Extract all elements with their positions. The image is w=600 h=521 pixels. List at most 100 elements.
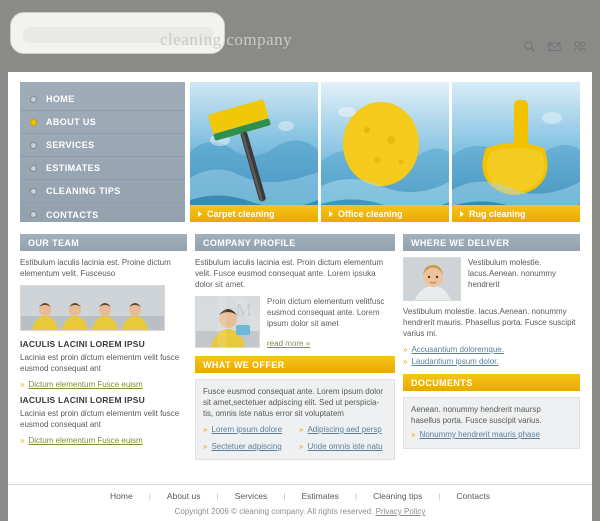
arrow-icon: [329, 210, 333, 217]
offer-links-row-1: » Lorem ipsum dolore » Adipiscing aed pe…: [203, 423, 387, 436]
nav-item-about-us[interactable]: ABOUT US: [20, 111, 185, 134]
deliver-link-1[interactable]: Accusantium doloremque.: [411, 345, 504, 354]
deliver-photo-image: [404, 258, 460, 300]
deliver-photo: [403, 257, 461, 301]
our-team-intro: Estibulum iaculis lacinia est. Proine di…: [20, 258, 171, 278]
team-block-text-2: Lacinia est proin dictum elementm velit …: [20, 409, 180, 429]
copyright-text: Copyright 2006 © cleaning company. All r…: [174, 507, 376, 516]
bullet-icon: [30, 211, 37, 218]
hero-caption-label: Office cleaning: [338, 208, 403, 219]
documents-text: Aenean. nonummy hendrerit maursp hasellu…: [411, 405, 542, 425]
nav-item-services[interactable]: SERVICES: [20, 134, 185, 157]
team-block-link-2[interactable]: Dictum elementum Fusce euism: [28, 436, 142, 445]
offer-link-2[interactable]: Adipiscing aed persp: [307, 425, 381, 434]
offer-links-row-2: » Sectetuer adpiscing » Unde omnis iste …: [203, 440, 387, 453]
our-team-heading: OUR TEAM: [20, 234, 187, 251]
nav-label: SERVICES: [46, 140, 95, 150]
search-icon[interactable]: [523, 40, 536, 53]
nav-item-cleaning-tips[interactable]: CLEANING TIPS: [20, 180, 185, 203]
deliver-body-text: Vestibulum molestie. lacus.Aenean. nonum…: [403, 307, 576, 338]
offer-link-1[interactable]: Lorem ipsum dolore: [211, 425, 282, 434]
footer-navigation: Home | About us | Services | Estimates |…: [8, 487, 592, 505]
company-profile-heading: COMPANY PROFILE: [195, 234, 395, 251]
profile-photo: [195, 296, 260, 348]
bullet-icon: [30, 164, 37, 172]
mail-icon[interactable]: [548, 40, 561, 53]
nav-item-estimates[interactable]: ESTIMATES: [20, 157, 185, 180]
deliver-link-row-2[interactable]: » Laudantium ipsum dolor.: [403, 357, 580, 366]
chevron-right-icon: »: [403, 356, 408, 366]
main-navigation: HOME ABOUT US SERVICES ESTIMATES CLEANIN…: [20, 82, 185, 222]
company-profile-row: Proin dictum elementum velitfusc eusmod …: [195, 296, 395, 348]
team-photo-image: [21, 286, 164, 330]
nav-item-contacts[interactable]: CONTACTS: [20, 203, 185, 226]
nav-label: HOME: [46, 94, 75, 104]
chevron-right-icon: »: [299, 424, 304, 434]
company-profile-text: Proin dictum elementum velitfusc eusmod …: [267, 297, 385, 328]
what-we-offer-heading: WHAT WE OFFER: [195, 356, 395, 373]
chevron-right-icon: »: [299, 441, 304, 451]
users-icon[interactable]: [573, 40, 587, 53]
offer-link-row-4[interactable]: » Unde omnis iste natu: [299, 442, 385, 451]
footer-link-home[interactable]: Home: [94, 491, 149, 501]
deliver-link-2[interactable]: Laudantium ipsum dolor.: [411, 357, 498, 366]
company-profile-intro: Estibulum iaculis lacinia est. Proin dic…: [195, 258, 384, 289]
hero-caption-office: Office cleaning: [321, 205, 449, 222]
nav-label: CLEANING TIPS: [46, 186, 121, 196]
rug-cleaning-image: [452, 82, 580, 222]
site-footer: Home | About us | Services | Estimates |…: [8, 484, 592, 521]
team-photo: [20, 285, 165, 331]
site-header: cleaning company: [0, 0, 600, 72]
chevron-right-icon: »: [411, 429, 416, 439]
column-where-we-deliver: WHERE WE DELIVER Vestibulum molestie. la…: [403, 234, 580, 474]
team-block-link-row-2[interactable]: » Dictum elementum Fusce euism: [20, 436, 187, 445]
deliver-row: Vestibulum molestie. lacus.Aenean. nonum…: [403, 257, 580, 301]
offer-link-row-3[interactable]: » Sectetuer adpiscing: [203, 442, 289, 451]
header-icon-group: [523, 40, 587, 53]
offer-link-4[interactable]: Unde omnis iste natu: [307, 442, 382, 451]
footer-link-cleaning-tips[interactable]: Cleaning tips: [357, 491, 438, 501]
where-we-deliver-heading: WHERE WE DELIVER: [403, 234, 580, 251]
nav-label: CONTACTS: [46, 209, 99, 220]
chevron-right-icon: »: [20, 435, 25, 445]
offer-link-row-2[interactable]: » Adipiscing aed persp: [299, 425, 385, 434]
hero-cell-rug[interactable]: Rug cleaning: [452, 82, 580, 222]
main-container: HOME ABOUT US SERVICES ESTIMATES CLEANIN…: [8, 72, 592, 484]
team-block-link-1[interactable]: Dictum elementum Fusce euism: [28, 380, 142, 389]
team-block-link-row-1[interactable]: » Dictum elementum Fusce euism: [20, 380, 187, 389]
hero-caption-label: Rug cleaning: [469, 208, 526, 219]
column-company-profile: COMPANY PROFILE Estibulum iaculis lacini…: [195, 234, 395, 474]
nav-item-home[interactable]: HOME: [20, 88, 185, 111]
nav-label: ESTIMATES: [46, 163, 101, 173]
what-we-offer-text: Fusce eusmod consequat ante. Lorem ipsum…: [203, 387, 384, 418]
offer-link-3[interactable]: Sectetuer adpiscing: [211, 442, 281, 451]
copyright-line: Copyright 2006 © cleaning company. All r…: [8, 507, 592, 516]
hero-cell-carpet[interactable]: Carpet cleaning: [190, 82, 318, 222]
footer-link-contacts[interactable]: Contacts: [440, 491, 506, 501]
bullet-icon: [30, 118, 37, 126]
documents-link-row[interactable]: » Nonummy hendrerit mauris phase: [411, 430, 572, 439]
what-we-offer-box: Fusce eusmod consequat ante. Lorem ipsum…: [195, 379, 395, 460]
team-block-title-1: IACULIS LACINI LOREM IPSU: [20, 339, 145, 349]
company-profile-read-more[interactable]: read more »: [267, 339, 310, 348]
bullet-icon: [30, 95, 37, 103]
documents-link[interactable]: Nonummy hendrerit mauris phase: [419, 430, 540, 439]
page-root: cleaning company HOME ABOUT US SERVICES …: [0, 0, 600, 521]
team-block-text-1: Lacinia est proin dictum elementm velit …: [20, 353, 180, 373]
footer-link-about-us[interactable]: About us: [151, 491, 217, 501]
bullet-icon: [30, 187, 37, 195]
profile-photo-image: [196, 297, 259, 347]
arrow-icon: [460, 210, 464, 217]
offer-link-row-1[interactable]: » Lorem ipsum dolore: [203, 425, 289, 434]
column-our-team: OUR TEAM Estibulum iaculis lacinia est. …: [20, 234, 187, 474]
footer-link-services[interactable]: Services: [219, 491, 284, 501]
team-block-title-2: IACULIS LACINI LOREM IPSU: [20, 395, 145, 405]
footer-link-estimates[interactable]: Estimates: [286, 491, 355, 501]
hero-cell-office[interactable]: Office cleaning: [321, 82, 449, 222]
documents-box: Aenean. nonummy hendrerit maursp hasellu…: [403, 397, 580, 449]
arrow-icon: [198, 210, 202, 217]
office-cleaning-image: [321, 82, 449, 222]
deliver-link-row-1[interactable]: » Accusantium doloremque.: [403, 345, 580, 354]
privacy-policy-link[interactable]: Privacy Policy: [376, 507, 426, 516]
nav-label: ABOUT US: [46, 117, 97, 127]
